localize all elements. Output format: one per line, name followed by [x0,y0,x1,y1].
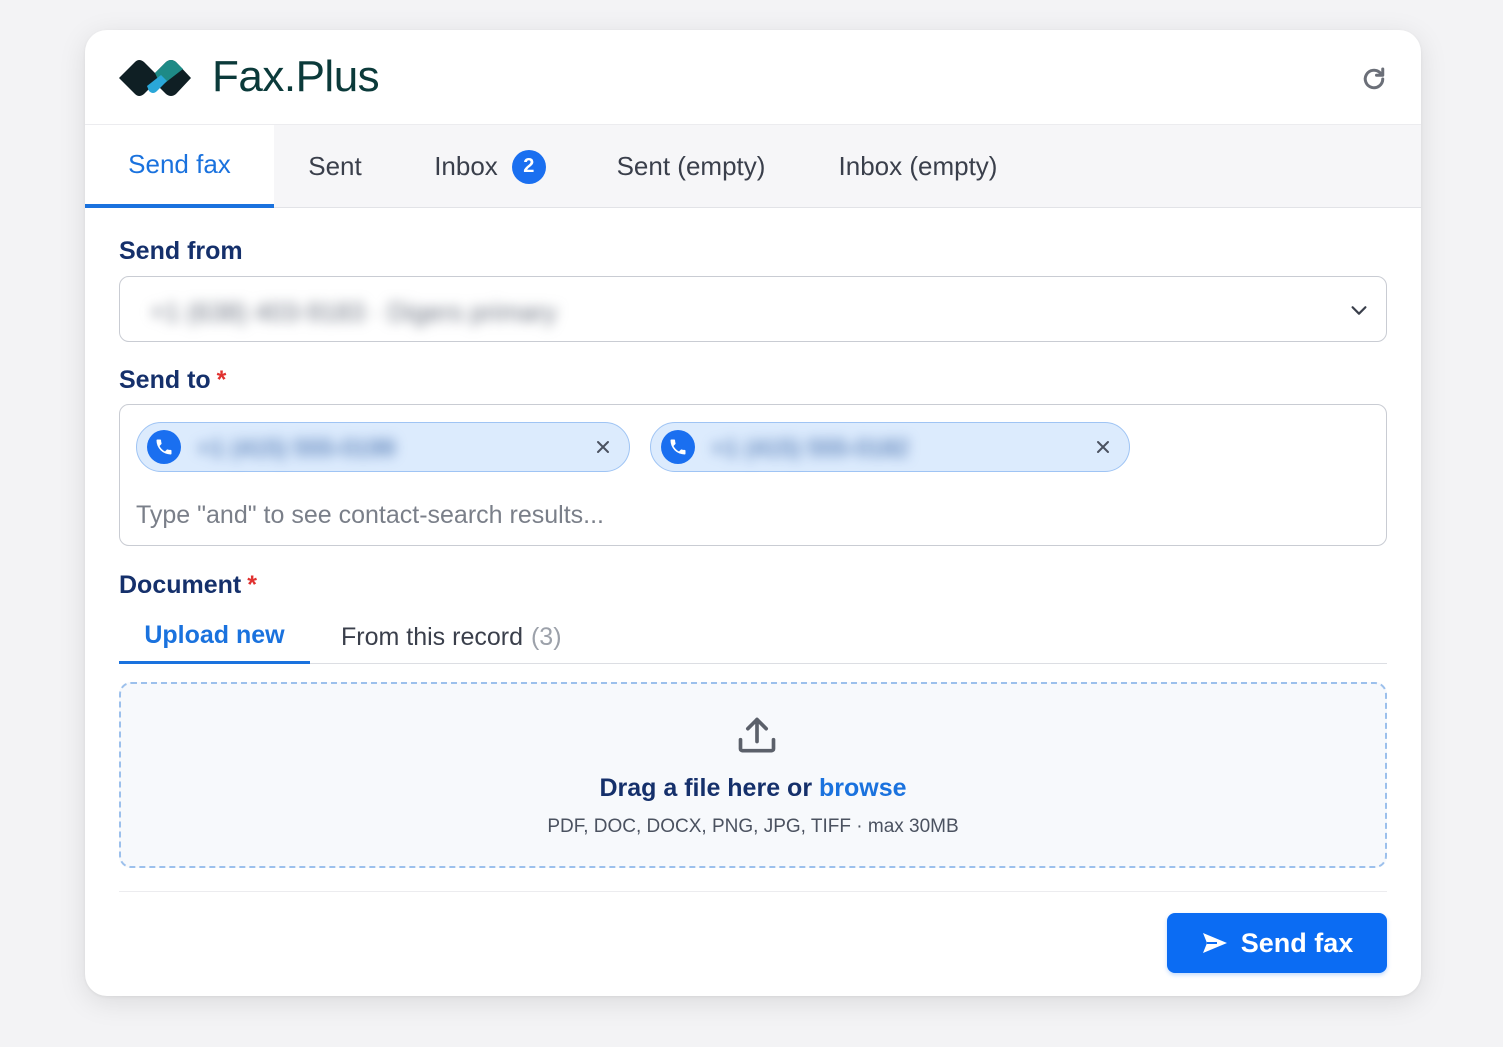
dropzone-instruction: Drag a file here or browse [599,774,907,802]
phone-icon [661,430,695,464]
close-icon[interactable] [1095,439,1111,455]
send-from-value: +1 (638) 403-9183 · Digers primary [150,297,557,327]
document-tabs: Upload new From this record (3) [119,610,1387,664]
fax-plus-logo-icon [119,60,191,96]
recipient-number: +1 (415) 555-0182 [711,435,910,462]
recipients-field[interactable]: +1 (415) 555-0199 +1 (415) 555-0182 Type… [119,404,1387,546]
tab-from-this-record[interactable]: From this record (3) [341,610,562,664]
tab-label: Send fax [128,149,231,179]
recipient-chip[interactable]: +1 (415) 555-0182 [650,422,1130,472]
required-mark: * [247,571,257,599]
send-to-label: Send to * [119,366,227,394]
brand-name: Fax.Plus [212,52,380,101]
tab-label: Sent [308,151,362,181]
record-count: (3) [530,622,562,651]
chevron-down-icon [1351,306,1367,315]
fax-card: Fax.Plus Send fax Sent Inbox 2 Sent (emp… [85,30,1421,996]
refresh-icon[interactable] [1359,64,1389,94]
document-label: Document * [119,571,257,599]
send-fax-button[interactable]: Send fax [1167,913,1387,973]
close-icon[interactable] [595,439,611,455]
recipient-search-input[interactable]: Type "and" to see contact-search results… [136,501,604,530]
tab-inbox-empty[interactable]: Inbox (empty) [827,125,1009,208]
file-dropzone[interactable]: Drag a file here or browse PDF, DOC, DOC… [119,682,1387,868]
tab-label: Sent (empty) [616,151,766,181]
tab-sent-empty[interactable]: Sent (empty) [605,125,777,208]
tab-label: Inbox [434,151,498,181]
send-from-label: Send from [119,237,243,265]
main-tabs: Send fax Sent Inbox 2 Sent (empty) Inbox… [85,125,1421,208]
required-mark: * [216,366,227,394]
divider [119,891,1387,892]
tab-label: Inbox (empty) [838,151,998,181]
header: Fax.Plus [85,30,1421,125]
phone-icon [147,430,181,464]
browse-link[interactable]: browse [819,774,907,802]
send-from-select[interactable]: +1 (638) 403-9183 · Digers primary [119,276,1387,342]
tab-inbox[interactable]: Inbox 2 [425,125,555,208]
tab-send-fax[interactable]: Send fax [85,125,274,208]
recipient-number: +1 (415) 555-0199 [197,435,396,462]
allowed-formats: PDF, DOC, DOCX, PNG, JPG, TIFF · max 30M… [547,816,959,837]
tab-sent[interactable]: Sent [295,125,375,208]
unread-count-badge: 2 [511,149,546,184]
tab-upload-new[interactable]: Upload new [119,610,310,664]
upload-icon [738,717,776,753]
send-icon [1202,933,1227,953]
recipient-chip[interactable]: +1 (415) 555-0199 [136,422,630,472]
